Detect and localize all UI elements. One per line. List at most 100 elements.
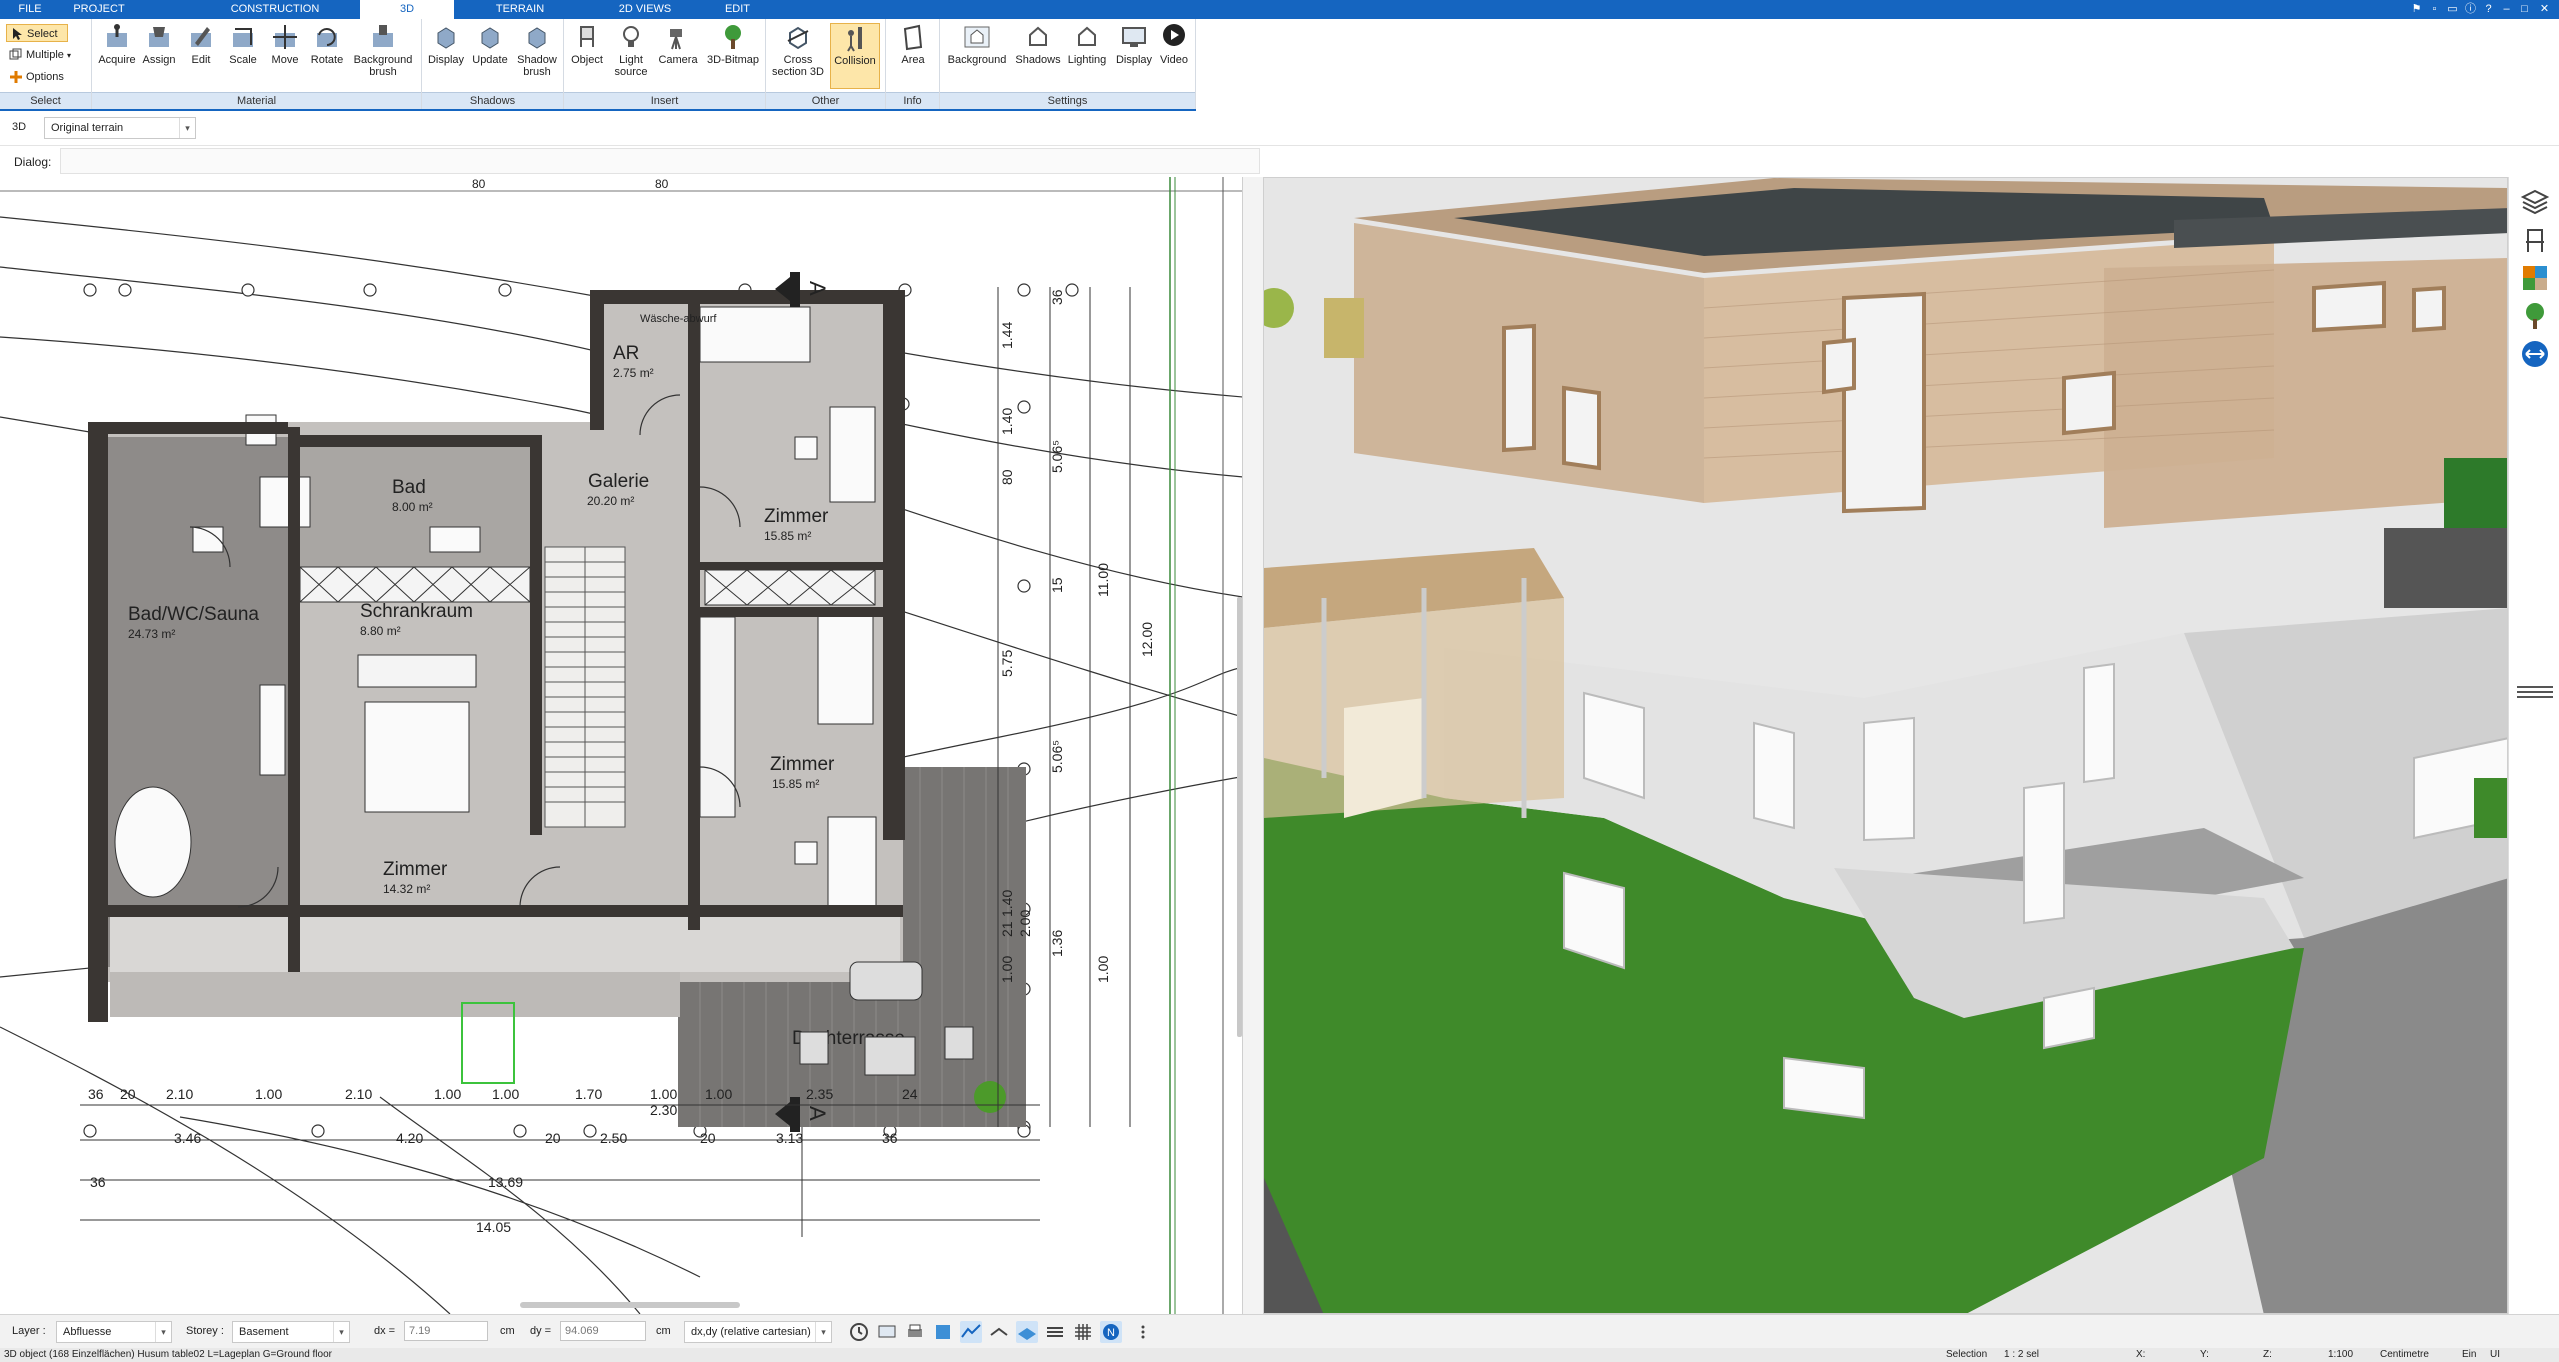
select-button[interactable]: Select [6,24,68,42]
background-brush-button[interactable]: Background brush [350,23,416,89]
clock-icon[interactable] [848,1321,870,1343]
tab-3d[interactable]: 3D [360,0,454,19]
chevron-down-icon[interactable]: ▾ [179,118,195,138]
panel-grip-icon[interactable] [2513,677,2557,707]
dx-input[interactable]: 7.19 [404,1321,488,1341]
dim-label: 36 [1049,289,1065,305]
terrain-select[interactable]: Original terrain ▾ [44,117,196,139]
plan-vertical-scrollbar[interactable] [1237,597,1242,1037]
maximize-icon[interactable]: □ [2516,1,2533,18]
dim-label: 1.40 [999,890,1015,917]
3d-scene[interactable] [1264,178,2508,1314]
tree-icon[interactable] [2520,301,2550,331]
play-icon [1163,24,1185,46]
video-button[interactable]: Video [1156,23,1192,89]
screen-capture-icon[interactable] [876,1321,898,1343]
help-icon[interactable]: ? [2480,1,2497,18]
info-icon[interactable]: ⓘ [2462,1,2479,18]
more-options-icon[interactable] [1138,1321,1148,1343]
lighting-button[interactable]: Lighting [1064,23,1110,89]
walk-icon[interactable] [988,1321,1010,1343]
mode-indicator[interactable]: Ein [2462,1348,2476,1362]
chevron-down-icon[interactable]: ▾ [815,1322,831,1342]
light-source-button[interactable]: Light source [610,23,652,89]
floor-plan-canvas[interactable]: 80 80 A A AR 2.75 m² Wäsche-abwurf Bad 8… [0,177,1243,1314]
tab-2d-views[interactable]: 2D VIEWS [605,0,685,19]
grid-icon[interactable] [1072,1321,1094,1343]
coordinate-mode-select[interactable]: dx,dy (relative cartesian) ▾ [684,1321,832,1343]
dim-label: 4.20 [396,1130,423,1146]
hatch-icon[interactable] [1044,1321,1066,1343]
chevron-down-icon[interactable]: ▾ [333,1322,349,1342]
materials-icon[interactable] [2520,263,2550,293]
options-button[interactable]: Options [6,68,76,86]
window-arrange-icon[interactable]: ▭ [2444,1,2461,18]
scale-indicator[interactable]: 1:100 [2328,1348,2353,1362]
dim-label: 2.35 [806,1086,833,1102]
ui-indicator[interactable]: UI [2490,1348,2500,1362]
paint-bucket-icon [149,27,169,47]
acquire-button[interactable]: Acquire [98,23,136,89]
settings-shadows-button[interactable]: Shadows [1014,23,1062,89]
edit-material-button[interactable]: Edit [182,23,220,89]
ruler-label: 80 [472,177,486,191]
scale-label: Scale [229,54,257,66]
dim-label: 1.00 [1095,956,1111,983]
storey-select[interactable]: Basement ▾ [232,1321,350,1343]
camera-button[interactable]: Camera [656,23,700,89]
eyedropper-icon [107,24,127,47]
settings-display-button[interactable]: Display [1112,23,1156,89]
tab-file[interactable]: FILE [0,0,60,19]
toolbar-options-icon[interactable]: ▫ [2426,1,2443,18]
3d-view[interactable] [1263,177,2508,1314]
north-icon[interactable]: N [1100,1321,1122,1343]
cross-section-3d-button[interactable]: Cross section 3D [770,23,826,89]
floor-plan-view[interactable]: 80 80 A A AR 2.75 m² Wäsche-abwurf Bad 8… [0,177,1243,1314]
terrain-view-icon[interactable] [960,1321,982,1343]
room-area: 8.00 m² [392,500,433,514]
room-area: 20.20 m² [587,494,634,508]
unit-indicator[interactable]: Centimetre [2380,1348,2429,1362]
floor-plane-icon[interactable] [1016,1321,1038,1343]
tab-construction[interactable]: CONSTRUCTION [220,0,330,19]
move-button[interactable]: Move [266,23,304,89]
plan-horizontal-scrollbar[interactable] [520,1302,740,1308]
z-coordinate: Z: [2263,1349,2272,1360]
dim-label: 21 [999,921,1015,937]
tab-terrain[interactable]: TERRAIN [480,0,560,19]
dimension-icon[interactable] [2520,339,2550,369]
dy-input[interactable]: 94.069 [560,1321,646,1341]
layers-icon[interactable] [2520,187,2550,217]
app-icon[interactable]: ⚑ [2408,1,2425,18]
3d-bitmap-button[interactable]: 3D-Bitmap [704,23,762,89]
layer-select[interactable]: Abfluesse ▾ [56,1321,172,1343]
scale-button[interactable]: Scale [224,23,262,89]
close-icon[interactable]: ✕ [2536,1,2553,18]
shadow-brush-button[interactable]: Shadow brush [514,23,560,89]
collision-button[interactable]: Collision [830,23,880,89]
minimize-icon[interactable]: – [2498,1,2515,18]
view-splitter[interactable] [1243,177,1263,1314]
print-icon[interactable] [904,1321,926,1343]
status-message: 3D object (168 Einzelflächen) Husum tabl… [4,1349,332,1360]
light-bulb-icon [623,26,639,47]
multiple-button[interactable]: Multiple ▾ [6,46,86,64]
area-button[interactable]: Area [892,23,934,89]
room-name: Zimmer [770,754,835,775]
assign-button[interactable]: Assign [140,23,178,89]
shadows-update-button[interactable]: Update [470,23,510,89]
storey-label: Storey : [186,1325,224,1337]
background-label: Background [947,54,1007,66]
shadows-display-button[interactable]: Display [426,23,466,89]
tab-project[interactable]: PROJECT [64,0,134,19]
tab-edit[interactable]: EDIT [710,0,765,19]
background-button[interactable]: Background [944,23,1010,89]
snap-icon[interactable] [932,1321,954,1343]
insert-object-button[interactable]: Object [568,23,606,89]
chair-icon[interactable] [2520,225,2550,255]
house-background-icon [964,26,990,48]
group-footer-shadows: Shadows [422,92,563,109]
chevron-down-icon[interactable]: ▾ [155,1322,171,1342]
rotate-button[interactable]: Rotate [308,23,346,89]
dim-label: 1.70 [575,1086,602,1102]
